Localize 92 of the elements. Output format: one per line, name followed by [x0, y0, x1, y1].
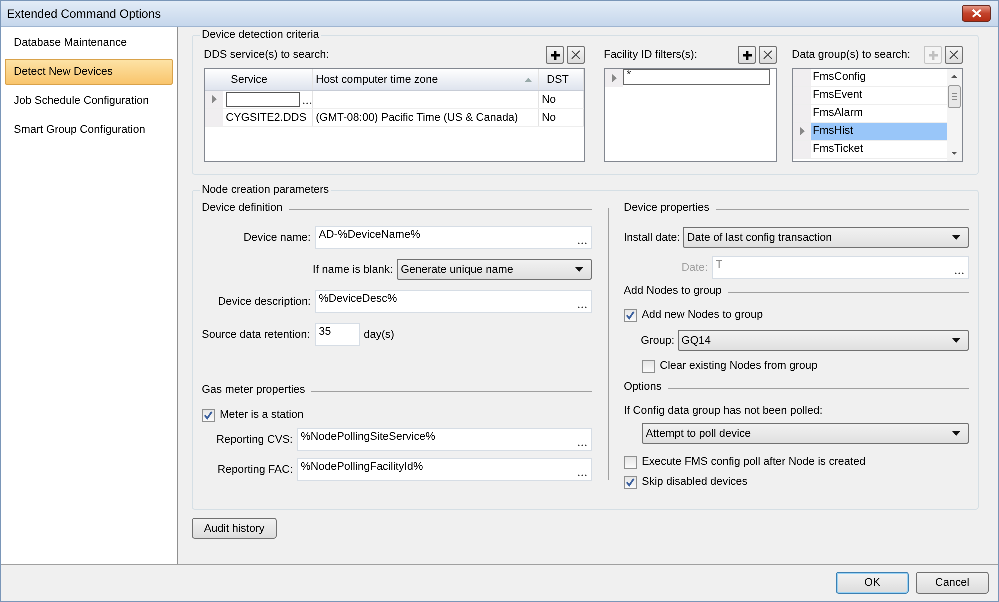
close-button[interactable] — [962, 5, 991, 22]
section-title: Device definition — [202, 202, 283, 214]
filter-input[interactable]: * — [623, 69, 770, 85]
row-header[interactable] — [205, 91, 223, 108]
add-button[interactable] — [546, 46, 564, 64]
section-title: Options — [624, 381, 662, 393]
caret-icon — [952, 235, 961, 240]
section-title: Device properties — [624, 202, 710, 214]
reporting-fac-field[interactable]: %NodePollingFacilityId% — [297, 458, 592, 481]
table-cell: (GMT-08:00) Pacific Time (US & Canada) — [316, 112, 518, 124]
plus-icon — [550, 50, 560, 60]
unit-label: day(s) — [364, 328, 395, 340]
checkbox[interactable] — [624, 456, 637, 468]
close-icon — [949, 50, 959, 60]
ellipsis-icon[interactable] — [578, 444, 587, 447]
field-label: Reporting CVS: — [216, 434, 294, 446]
remove-button[interactable] — [945, 46, 963, 64]
window-title: Extended Command Options — [7, 6, 162, 20]
checkbox-label: Add new Nodes to group — [642, 309, 764, 321]
row-header[interactable] — [605, 69, 623, 87]
field-label: Device description: — [217, 296, 312, 308]
list-label: DDS service(s) to search: — [204, 49, 330, 61]
section-title: Gas meter properties — [202, 384, 306, 396]
retention-field[interactable]: 35 — [315, 323, 360, 346]
list-item[interactable]: FmsTicket — [811, 141, 947, 158]
sidebar-item[interactable]: Job Schedule Configuration — [5, 88, 173, 114]
checkbox-label: Clear existing Nodes from group — [660, 360, 818, 372]
field-label: Date: — [680, 262, 709, 274]
caret-icon — [952, 431, 961, 436]
table-cell: No — [542, 94, 556, 106]
table-cell: No — [542, 112, 556, 124]
close-icon — [571, 50, 581, 60]
ellipsis-icon[interactable] — [578, 306, 587, 309]
device-name-field[interactable]: AD-%DeviceName% — [315, 226, 592, 249]
list-item[interactable]: FmsHist — [811, 123, 947, 140]
checkbox-label: Skip disabled devices — [642, 476, 748, 488]
reporting-cvs-field[interactable]: %NodePollingSiteService% — [297, 428, 592, 451]
list-label: Facility ID filters(s): — [604, 49, 698, 61]
table-row[interactable]: CYGSITE2.DDS (GMT-08:00) Pacific Time (US & Canada) No — [205, 109, 584, 127]
field-label: Reporting FAC: — [216, 464, 294, 476]
section-title: Add Nodes to group — [624, 285, 722, 297]
field-label: If name is blank: — [312, 264, 394, 276]
row-pointer-icon — [612, 74, 616, 82]
row-pointer-icon — [212, 95, 216, 104]
dialog-button[interactable]: Cancel — [916, 572, 989, 594]
close-icon — [972, 9, 982, 18]
description-field[interactable]: %DeviceDesc% — [315, 290, 592, 313]
field-label: Device name: — [242, 232, 312, 244]
dropdown[interactable]: Attempt to poll device — [642, 423, 969, 444]
list-item[interactable]: FmsEvent — [811, 87, 947, 104]
ellipsis-icon[interactable] — [303, 102, 312, 105]
list-item[interactable]: FmsAlarm — [811, 105, 947, 122]
dropdown[interactable]: GQ14 — [678, 330, 969, 351]
field-label: Source data retention: — [202, 328, 312, 340]
checkbox[interactable] — [202, 408, 215, 422]
list-label: Data group(s) to search: — [792, 49, 911, 61]
plus-icon — [928, 50, 938, 60]
caret-icon — [575, 267, 584, 272]
sidebar-item[interactable]: Detect New Devices — [5, 59, 173, 85]
caret-icon — [952, 338, 961, 343]
dropdown[interactable]: Generate unique name — [397, 259, 592, 280]
add-button[interactable] — [738, 46, 756, 64]
row-pointer-icon — [800, 127, 804, 136]
ellipsis-icon[interactable] — [578, 474, 587, 477]
checkbox[interactable] — [624, 476, 637, 488]
checkbox[interactable] — [642, 360, 655, 372]
remove-button[interactable] — [567, 46, 585, 64]
ellipsis-icon[interactable] — [578, 242, 587, 245]
checkbox-label: Execute FMS config poll after Node is created — [642, 456, 866, 468]
table-cell: CYGSITE2.DDS — [226, 112, 307, 124]
checkbox[interactable] — [624, 308, 637, 322]
dialog-button[interactable]: OK — [836, 572, 909, 594]
scrollbar[interactable] — [947, 69, 962, 161]
service-input[interactable] — [226, 92, 300, 107]
sidebar-item[interactable]: Smart Group Configuration — [5, 117, 173, 143]
list-item[interactable]: FmsConfig — [811, 69, 947, 86]
group-title: Device detection criteria — [201, 29, 320, 41]
plus-icon — [742, 50, 752, 60]
close-icon — [763, 50, 773, 60]
group-title: Node creation parameters — [201, 184, 330, 196]
sidebar-item[interactable]: Database Maintenance — [5, 30, 173, 56]
column-header[interactable]: Service — [223, 69, 313, 90]
column-header[interactable]: Host computer time zone — [313, 69, 539, 90]
remove-button[interactable] — [759, 46, 777, 64]
dropdown[interactable]: Date of last config transaction — [683, 227, 969, 248]
option-label: If Config data group has not been polled: — [624, 405, 824, 417]
field-label: Install date: — [624, 232, 682, 244]
field-label: Group: — [641, 334, 676, 346]
table-row[interactable]: No — [205, 91, 584, 109]
audit-history-button[interactable]: Audit history — [192, 518, 277, 539]
column-header[interactable]: DST — [539, 69, 584, 90]
checkbox-label: Meter is a station — [220, 409, 304, 421]
